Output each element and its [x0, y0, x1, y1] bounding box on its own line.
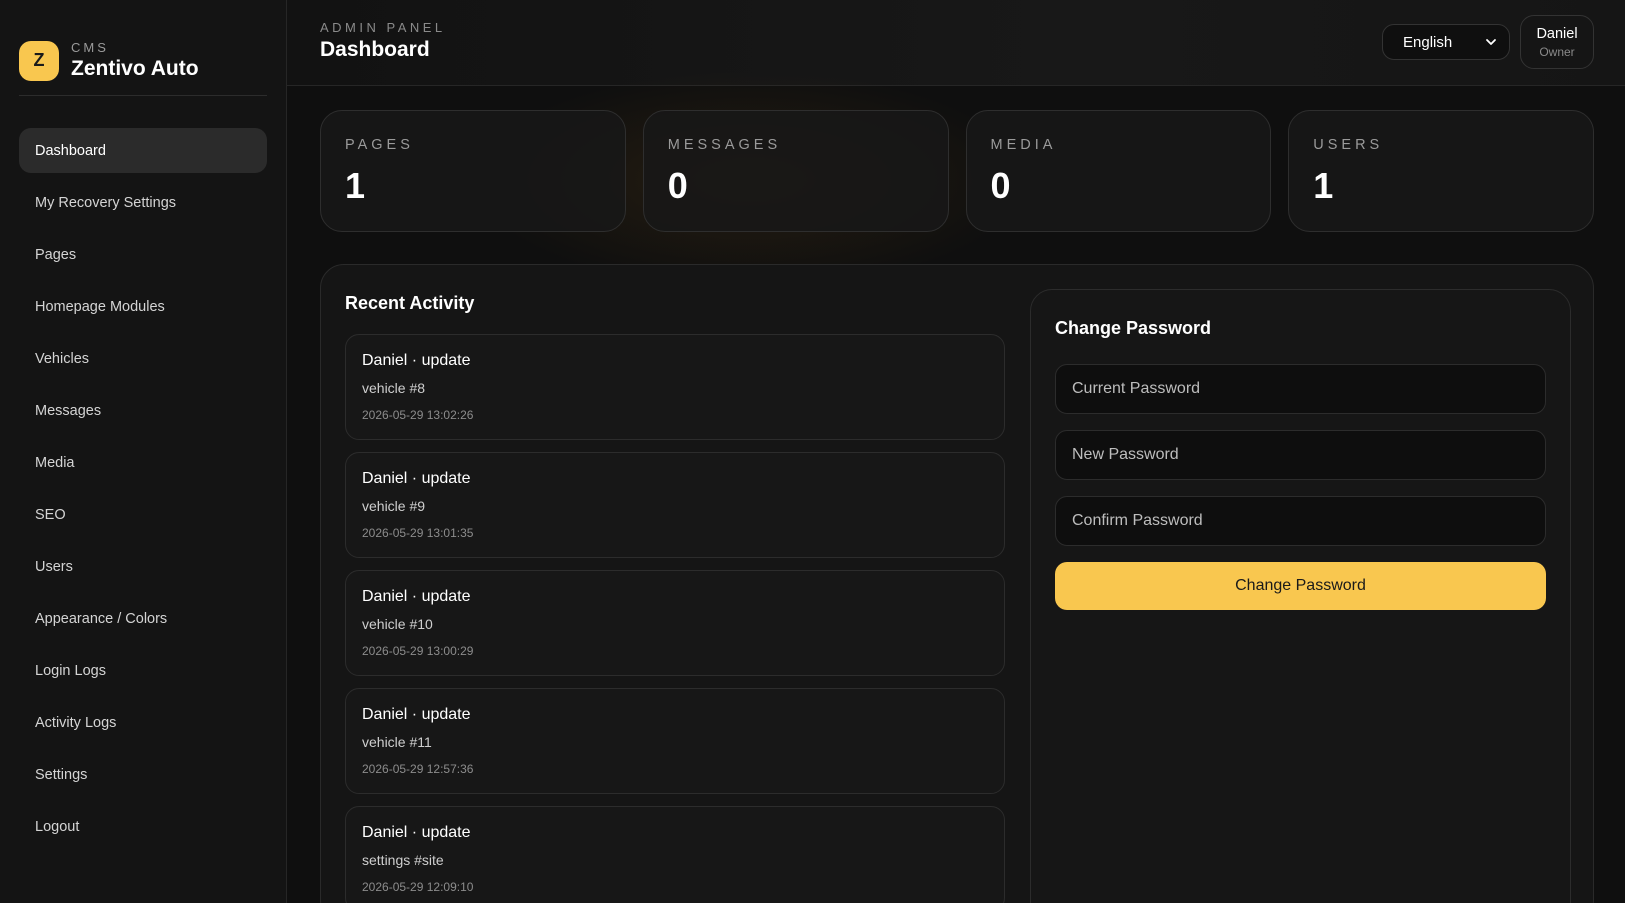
sidebar-item-appearance[interactable]: Appearance / Colors — [19, 596, 267, 641]
brand-name: Zentivo Auto — [71, 57, 199, 80]
user-role: Owner — [1539, 45, 1575, 59]
language-select[interactable]: English — [1382, 24, 1510, 60]
stat-value: 0 — [990, 165, 1011, 206]
stat-value: 0 — [667, 165, 688, 206]
brand-subtitle: CMS — [71, 40, 109, 55]
list-item: Daniel · update vehicle #8 2026-05-29 13… — [345, 334, 1005, 440]
activity-head: Daniel · update — [362, 470, 471, 487]
activity-time: 2026-05-29 13:01:35 — [362, 526, 474, 540]
sidebar-nav: Dashboard My Recovery Settings Pages Hom… — [0, 96, 286, 849]
chevron-down-icon — [1486, 39, 1496, 45]
stats-row: PAGES 1 MESSAGES 0 MEDIA 0 USERS 1 — [320, 110, 1594, 232]
list-item: Daniel · update vehicle #11 2026-05-29 1… — [345, 688, 1005, 794]
sidebar-item-logout[interactable]: Logout — [19, 804, 267, 849]
sidebar-item-pages[interactable]: Pages — [19, 232, 267, 277]
recent-activity: Recent Activity Daniel · update vehicle … — [345, 293, 1005, 903]
list-item: Daniel · update vehicle #9 2026-05-29 13… — [345, 452, 1005, 558]
sidebar-item-users[interactable]: Users — [19, 544, 267, 589]
activity-head: Daniel · update — [362, 352, 471, 369]
page-title: Dashboard — [320, 38, 430, 61]
stat-card-messages: MESSAGES 0 — [642, 110, 949, 232]
list-item: Daniel · update vehicle #10 2026-05-29 1… — [345, 570, 1005, 676]
sidebar-item-media[interactable]: Media — [19, 440, 267, 485]
brand-text: CMS Zentivo Auto — [71, 40, 199, 81]
current-password-field[interactable] — [1055, 364, 1546, 414]
activity-target: vehicle #11 — [362, 734, 432, 750]
sidebar: Z CMS Zentivo Auto Dashboard My Recovery… — [0, 0, 287, 903]
activity-target: settings #site — [362, 852, 444, 868]
stat-label: MEDIA — [990, 137, 1057, 153]
user-menu[interactable]: Daniel Owner — [1520, 15, 1594, 69]
content-panel: Recent Activity Daniel · update vehicle … — [320, 264, 1594, 903]
language-select-value: English — [1403, 33, 1453, 51]
sidebar-item-dashboard[interactable]: Dashboard — [19, 128, 267, 173]
brand-logo: Z — [19, 40, 59, 81]
sidebar-item-login-logs[interactable]: Login Logs — [19, 648, 267, 693]
sidebar-item-seo[interactable]: SEO — [19, 492, 267, 537]
sidebar-item-activity-logs[interactable]: Activity Logs — [19, 700, 267, 745]
topbar: ADMIN PANEL Dashboard English Daniel Own… — [287, 0, 1625, 86]
activity-target: vehicle #9 — [362, 498, 426, 514]
page-kicker: ADMIN PANEL — [320, 20, 446, 35]
sidebar-item-recovery-settings[interactable]: My Recovery Settings — [19, 180, 267, 225]
user-name: Daniel — [1536, 26, 1578, 42]
change-password-title: Change Password — [1055, 318, 1212, 338]
stat-card-pages: PAGES 1 — [320, 110, 626, 232]
activity-time: 2026-05-29 12:09:10 — [362, 880, 474, 894]
activity-target: vehicle #10 — [362, 616, 433, 632]
stat-value: 1 — [1313, 165, 1334, 206]
brand: Z CMS Zentivo Auto — [0, 0, 286, 95]
activity-target: vehicle #8 — [362, 380, 426, 396]
stat-label: MESSAGES — [667, 137, 782, 153]
stat-card-media: MEDIA 0 — [965, 110, 1272, 232]
sidebar-item-settings[interactable]: Settings — [19, 752, 267, 797]
stat-value: 1 — [345, 165, 366, 206]
sidebar-item-vehicles[interactable]: Vehicles — [19, 336, 267, 381]
activity-head: Daniel · update — [362, 824, 471, 841]
confirm-password-field[interactable] — [1055, 496, 1546, 546]
sidebar-item-homepage-modules[interactable]: Homepage Modules — [19, 284, 267, 329]
recent-activity-title: Recent Activity — [345, 293, 475, 313]
change-password-card: Change Password Change Password — [1030, 289, 1571, 903]
activity-time: 2026-05-29 12:57:36 — [362, 762, 474, 776]
new-password-field[interactable] — [1055, 430, 1546, 480]
stat-label: PAGES — [345, 137, 414, 153]
change-password-button[interactable]: Change Password — [1055, 562, 1546, 610]
activity-head: Daniel · update — [362, 706, 471, 723]
stat-card-users: USERS 1 — [1288, 110, 1594, 232]
list-item: Daniel · update settings #site 2026-05-2… — [345, 806, 1005, 903]
sidebar-item-messages[interactable]: Messages — [19, 388, 267, 433]
stat-label: USERS — [1313, 137, 1384, 153]
activity-time: 2026-05-29 13:00:29 — [362, 644, 474, 658]
activity-head: Daniel · update — [362, 588, 471, 605]
activity-time: 2026-05-29 13:02:26 — [362, 408, 474, 422]
